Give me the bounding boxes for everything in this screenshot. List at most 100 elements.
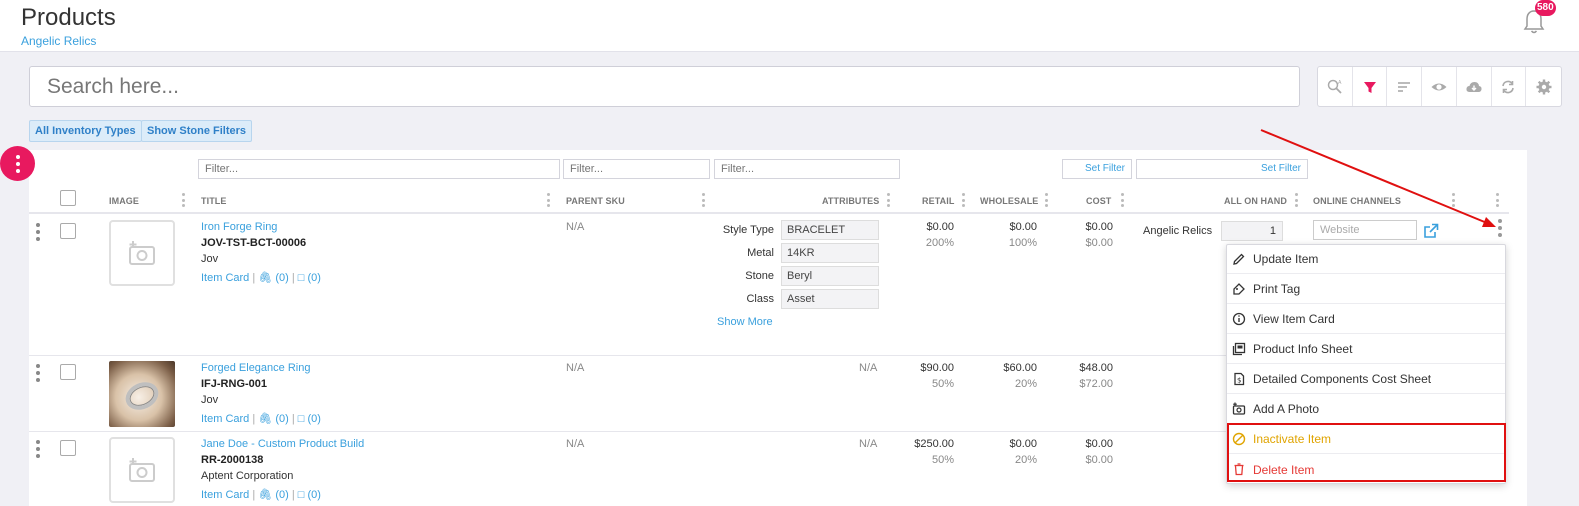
more-actions-fab[interactable] [0, 146, 35, 181]
menu-item-label: Print Tag [1253, 282, 1301, 296]
item-card-links: Item Card | 🖇︎ (0) | □ (0) [201, 413, 321, 425]
row-drag-handle[interactable] [36, 440, 40, 458]
add-photo-icon [129, 458, 155, 482]
wholesale-markup: 20% [1014, 378, 1037, 390]
show-more-link[interactable]: Show More [717, 316, 773, 328]
search-input[interactable] [30, 67, 1299, 106]
attachments-count-link[interactable]: (0) [275, 272, 288, 284]
menu-item-detailed-components-cost-sheet[interactable]: $ Detailed Components Cost Sheet [1227, 365, 1505, 394]
item-card-links: Item Card | 🖇︎ (0) | □ (0) [201, 272, 321, 284]
attributes-value: N/A [859, 362, 878, 374]
column-header-title[interactable]: TITLE [201, 196, 227, 206]
sort-icon [1398, 81, 1411, 92]
retail-markup: 50% [931, 378, 954, 390]
advanced-search-icon: A [1327, 79, 1342, 94]
select-all-checkbox[interactable] [60, 190, 76, 206]
column-resize-handle[interactable] [1295, 193, 1298, 207]
retail-markup: 50% [931, 454, 954, 466]
column-header-cost[interactable]: COST [1086, 196, 1111, 206]
comments-count-link[interactable]: (0) [307, 489, 320, 501]
column-header-attributes[interactable]: ATTRIBUTES [822, 196, 879, 206]
column-resize-handle[interactable] [1496, 193, 1499, 207]
column-resize-handle[interactable] [702, 193, 705, 207]
fab-dot [15, 154, 20, 159]
row-checkbox[interactable] [60, 223, 76, 239]
image-placeholder[interactable] [109, 437, 175, 503]
column-header-parent-sku[interactable]: PARENT SKU [566, 196, 625, 206]
item-card-link[interactable]: Item Card [201, 413, 249, 425]
retail-price: $0.00 [926, 221, 954, 233]
top-bar: Products Angelic Relics 580 [0, 0, 1579, 52]
sort-button[interactable] [1387, 67, 1423, 106]
attachment-icon: 🖇︎ [258, 272, 273, 284]
row-actions-button[interactable] [1498, 219, 1502, 237]
column-resize-handle[interactable] [547, 193, 550, 207]
item-card-link[interactable]: Item Card [201, 489, 249, 501]
attributes-filter-input[interactable] [714, 159, 900, 179]
menu-item-add-a-photo[interactable]: Add A Photo [1227, 395, 1505, 424]
cost-value: $0.00 [1085, 221, 1113, 233]
settings-button[interactable] [1526, 67, 1561, 106]
show-stone-filters-chip[interactable]: Show Stone Filters [141, 120, 253, 142]
row-drag-handle[interactable] [36, 223, 40, 241]
image-placeholder[interactable] [109, 220, 175, 286]
menu-item-update-item[interactable]: Update Item [1227, 245, 1505, 274]
column-resize-handle[interactable] [962, 193, 965, 207]
cloud-download-icon [1466, 81, 1482, 92]
column-resize-handle[interactable] [1121, 193, 1124, 207]
parent-sku-value: N/A [566, 362, 585, 374]
row-checkbox[interactable] [60, 440, 76, 456]
attachments-count-link[interactable]: (0) [275, 489, 288, 501]
column-resize-handle[interactable] [1045, 193, 1048, 207]
advanced-search-button[interactable]: A [1318, 67, 1353, 106]
comment-icon: □ [297, 413, 305, 425]
product-sku: RR-2000138 [201, 454, 264, 466]
attribute-label: Class [746, 293, 774, 305]
external-link-icon[interactable] [1422, 222, 1440, 240]
column-resize-handle[interactable] [1452, 193, 1455, 207]
all-inventory-types-chip[interactable]: All Inventory Types [29, 120, 142, 142]
menu-item-print-tag[interactable]: Print Tag [1227, 275, 1505, 304]
comment-icon: □ [297, 489, 305, 501]
column-header-wholesale[interactable]: WHOLESALE [980, 196, 1038, 206]
pencil-icon [1233, 253, 1245, 265]
header-divider [29, 212, 1509, 214]
row-checkbox[interactable] [60, 364, 76, 380]
online-channel-field[interactable]: Website [1313, 220, 1417, 240]
menu-item-view-item-card[interactable]: View Item Card [1227, 305, 1505, 334]
product-title-link[interactable]: Jane Doe - Custom Product Build [201, 438, 364, 450]
column-resize-handle[interactable] [887, 193, 890, 207]
info-icon [1232, 312, 1246, 326]
comments-count-link[interactable]: (0) [307, 272, 320, 284]
attachments-count-link[interactable]: (0) [275, 413, 288, 425]
product-title-link[interactable]: Forged Elegance Ring [201, 362, 310, 374]
menu-item-label: Add A Photo [1253, 402, 1320, 416]
column-header-all-on-hand[interactable]: ALL ON HAND [1224, 196, 1287, 206]
attribute-label: Style Type [722, 224, 774, 236]
on-hand-quantity[interactable]: 1 [1221, 221, 1283, 241]
menu-item-label: View Item Card [1253, 312, 1335, 326]
menu-item-product-info-sheet[interactable]: Product Info Sheet [1227, 335, 1505, 364]
annotation-highlight-box [1227, 423, 1506, 482]
column-resize-handle[interactable] [182, 193, 185, 207]
on-hand-set-filter-button[interactable]: Set Filter [1136, 159, 1308, 179]
column-header-retail[interactable]: RETAIL [922, 196, 954, 206]
title-filter-input[interactable] [198, 159, 560, 179]
store-name-link[interactable]: Angelic Relics [21, 34, 96, 48]
cost-set-filter-button[interactable]: Set Filter [1062, 159, 1132, 179]
column-header-online-channels[interactable]: ONLINE CHANNELS [1313, 196, 1401, 206]
ring-image [121, 377, 163, 415]
product-photo[interactable] [109, 361, 175, 427]
row-drag-handle[interactable] [36, 364, 40, 382]
download-button[interactable] [1457, 67, 1492, 106]
parent-sku-filter-input[interactable] [563, 159, 710, 179]
comments-count-link[interactable]: (0) [307, 413, 320, 425]
retail-markup: 200% [925, 237, 954, 249]
notification-badge: 580 [1535, 0, 1556, 16]
product-sku: JOV-TST-BCT-00006 [201, 237, 307, 249]
view-button[interactable] [1422, 67, 1457, 106]
product-title-link[interactable]: Iron Forge Ring [201, 221, 277, 233]
sync-button[interactable] [1492, 67, 1527, 106]
filter-button[interactable] [1353, 67, 1388, 106]
item-card-link[interactable]: Item Card [201, 272, 249, 284]
